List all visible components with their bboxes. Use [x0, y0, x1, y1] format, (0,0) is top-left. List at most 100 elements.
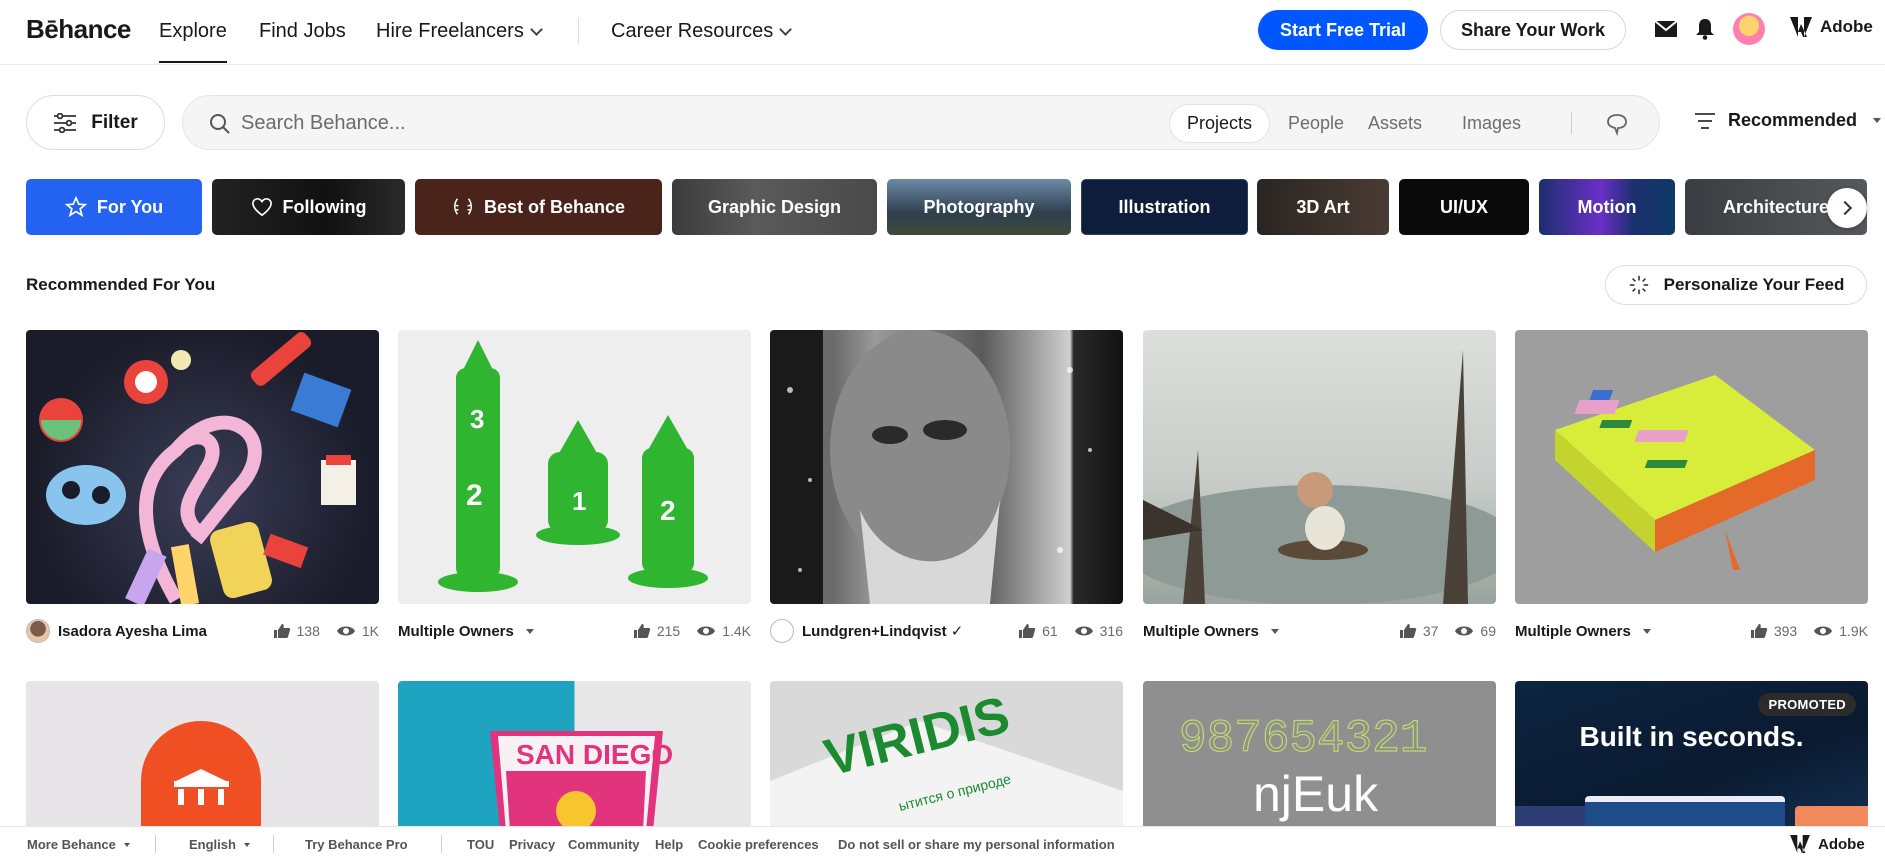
- start-free-trial-button[interactable]: Start Free Trial: [1258, 10, 1428, 50]
- category-graphic-design[interactable]: Graphic Design: [672, 179, 877, 235]
- likes-value: 61: [1042, 623, 1058, 639]
- thumbs-up-icon: [1750, 624, 1768, 638]
- laurel-icon: [453, 198, 472, 215]
- caret-down-icon: [1270, 628, 1279, 634]
- search-icon: [210, 114, 230, 134]
- likes-value: 37: [1422, 623, 1439, 639]
- filter-button[interactable]: Filter: [26, 95, 165, 150]
- search-input[interactable]: [241, 108, 941, 138]
- views-value: 316: [1099, 623, 1123, 639]
- thumbs-up-icon: [1399, 624, 1417, 638]
- footer-link-do-not-sell[interactable]: Do not sell or share my personal informa…: [838, 837, 1115, 852]
- project-owner[interactable]: Multiple Owners: [1143, 623, 1383, 640]
- scope-images[interactable]: Images: [1445, 104, 1538, 143]
- nav-find-jobs[interactable]: Find Jobs: [259, 20, 346, 43]
- svg-text:2: 2: [660, 495, 676, 526]
- svg-text:1: 1: [572, 486, 586, 516]
- project-thumbnail[interactable]: [26, 330, 379, 604]
- nav-explore[interactable]: Explore: [159, 20, 227, 63]
- user-avatar[interactable]: [1733, 13, 1765, 45]
- sort-icon: [1695, 112, 1715, 129]
- categories-next-button[interactable]: [1827, 188, 1867, 228]
- section-title: Recommended For You: [26, 275, 216, 294]
- footer-adobe[interactable]: Adobe: [1790, 835, 1865, 853]
- owner-avatar: [770, 619, 794, 643]
- project-owner[interactable]: Lundgren+Lindqvist ✓: [770, 619, 1002, 643]
- owner-name: Multiple Owners: [398, 622, 514, 640]
- project-thumbnail[interactable]: [1515, 330, 1868, 604]
- project-thumbnail[interactable]: [1143, 330, 1496, 604]
- svg-text:2: 2: [466, 479, 483, 512]
- sort-dropdown[interactable]: Recommended: [1694, 110, 1882, 131]
- category-label: UI/UX: [1439, 196, 1488, 217]
- caret-down-icon: [1873, 118, 1882, 123]
- scope-people[interactable]: People: [1271, 104, 1361, 143]
- footer-link-help[interactable]: Help: [655, 837, 683, 852]
- nav-hire-freelancers-label: Hire Freelancers: [376, 20, 524, 42]
- category-label: For You: [96, 196, 164, 217]
- category-label: Following: [282, 196, 367, 217]
- category-3d-art[interactable]: 3D Art: [1257, 179, 1389, 235]
- project-owner[interactable]: Isadora Ayesha Lima: [26, 619, 257, 643]
- project-thumbnail[interactable]: [26, 681, 379, 831]
- likes-value: 215: [656, 623, 681, 639]
- project-meta: Isadora Ayesha Lima 138 1K: [26, 619, 379, 643]
- category-motion[interactable]: Motion: [1539, 179, 1675, 235]
- category-for-you[interactable]: For You: [26, 179, 202, 235]
- adobe-link[interactable]: Adobe: [1790, 17, 1873, 37]
- mail-icon[interactable]: [1653, 16, 1679, 42]
- behance-logo[interactable]: Bēhance: [26, 14, 131, 45]
- personalize-label: Personalize Your Feed: [1663, 275, 1845, 294]
- project-owner[interactable]: Multiple Owners: [1515, 623, 1734, 640]
- chevron-down-icon: [779, 22, 793, 36]
- owner-name: Lundgren+Lindqvist ✓: [802, 623, 964, 640]
- thumbs-up-icon: [633, 624, 651, 638]
- promoted-ad[interactable]: PROMOTED Built in seconds.: [1515, 681, 1868, 831]
- scope-assets[interactable]: Assets: [1351, 104, 1439, 143]
- top-navigation: Bēhance Explore Find Jobs Hire Freelance…: [0, 0, 1885, 65]
- adobe-label: Adobe: [1820, 17, 1873, 36]
- sparkle-icon: [1629, 275, 1648, 295]
- bell-icon[interactable]: [1692, 16, 1718, 42]
- nav-career-resources[interactable]: Career Resources: [611, 20, 793, 43]
- footer-more-behance[interactable]: More Behance: [27, 837, 130, 852]
- project-meta: Multiple Owners 215 1.4K: [398, 619, 751, 643]
- footer: More Behance English Try Behance Pro TOU…: [0, 826, 1885, 860]
- footer-link-tou[interactable]: TOU: [467, 837, 494, 852]
- likes-count: 138: [273, 623, 320, 639]
- ai-search-icon[interactable]: [1605, 112, 1629, 141]
- nav-hire-freelancers[interactable]: Hire Freelancers: [376, 20, 543, 43]
- project-thumbnail[interactable]: [770, 330, 1123, 604]
- project-owner[interactable]: Multiple Owners: [398, 623, 617, 640]
- filter-label: Filter: [91, 111, 138, 133]
- caret-down-icon: [525, 628, 534, 634]
- personalize-feed-button[interactable]: Personalize Your Feed: [1605, 265, 1867, 305]
- project-thumbnail[interactable]: 3 2 1 2: [398, 330, 751, 604]
- footer-link-community[interactable]: Community: [568, 837, 640, 852]
- footer-link-privacy[interactable]: Privacy: [509, 837, 555, 852]
- share-your-work-button[interactable]: Share Your Work: [1440, 10, 1626, 50]
- scope-projects[interactable]: Projects: [1169, 104, 1271, 143]
- search-bar: Projects People Assets Images: [182, 95, 1660, 150]
- scope-divider: [1571, 112, 1572, 134]
- project-meta: Lundgren+Lindqvist ✓ 61 316: [770, 619, 1123, 643]
- footer-try-pro[interactable]: Try Behance Pro: [305, 837, 408, 852]
- views-value: 1.9K: [1839, 623, 1868, 639]
- category-label: Best of Behance: [483, 196, 626, 217]
- nav-divider: [578, 18, 579, 44]
- project-thumbnail[interactable]: 987654321 njEuk: [1143, 681, 1496, 831]
- project-thumbnail[interactable]: SAN DIEGO: [398, 681, 751, 831]
- owner-avatar: [26, 619, 50, 643]
- views-count: 1.4K: [696, 623, 751, 639]
- project-thumbnail[interactable]: VIRIDIS ытится о природе: [770, 681, 1123, 831]
- category-illustration[interactable]: Illustration: [1081, 179, 1248, 235]
- category-label: Graphic Design: [707, 196, 842, 217]
- category-photography[interactable]: Photography: [887, 179, 1071, 235]
- thumbs-up-icon: [273, 624, 290, 638]
- footer-language[interactable]: English: [189, 837, 250, 852]
- category-following[interactable]: Following: [212, 179, 405, 235]
- category-ui-ux[interactable]: UI/UX: [1399, 179, 1529, 235]
- category-best-of-behance[interactable]: Best of Behance: [415, 179, 662, 235]
- owner-name: Multiple Owners: [1515, 622, 1631, 640]
- footer-link-cookie-preferences[interactable]: Cookie preferences: [698, 837, 819, 852]
